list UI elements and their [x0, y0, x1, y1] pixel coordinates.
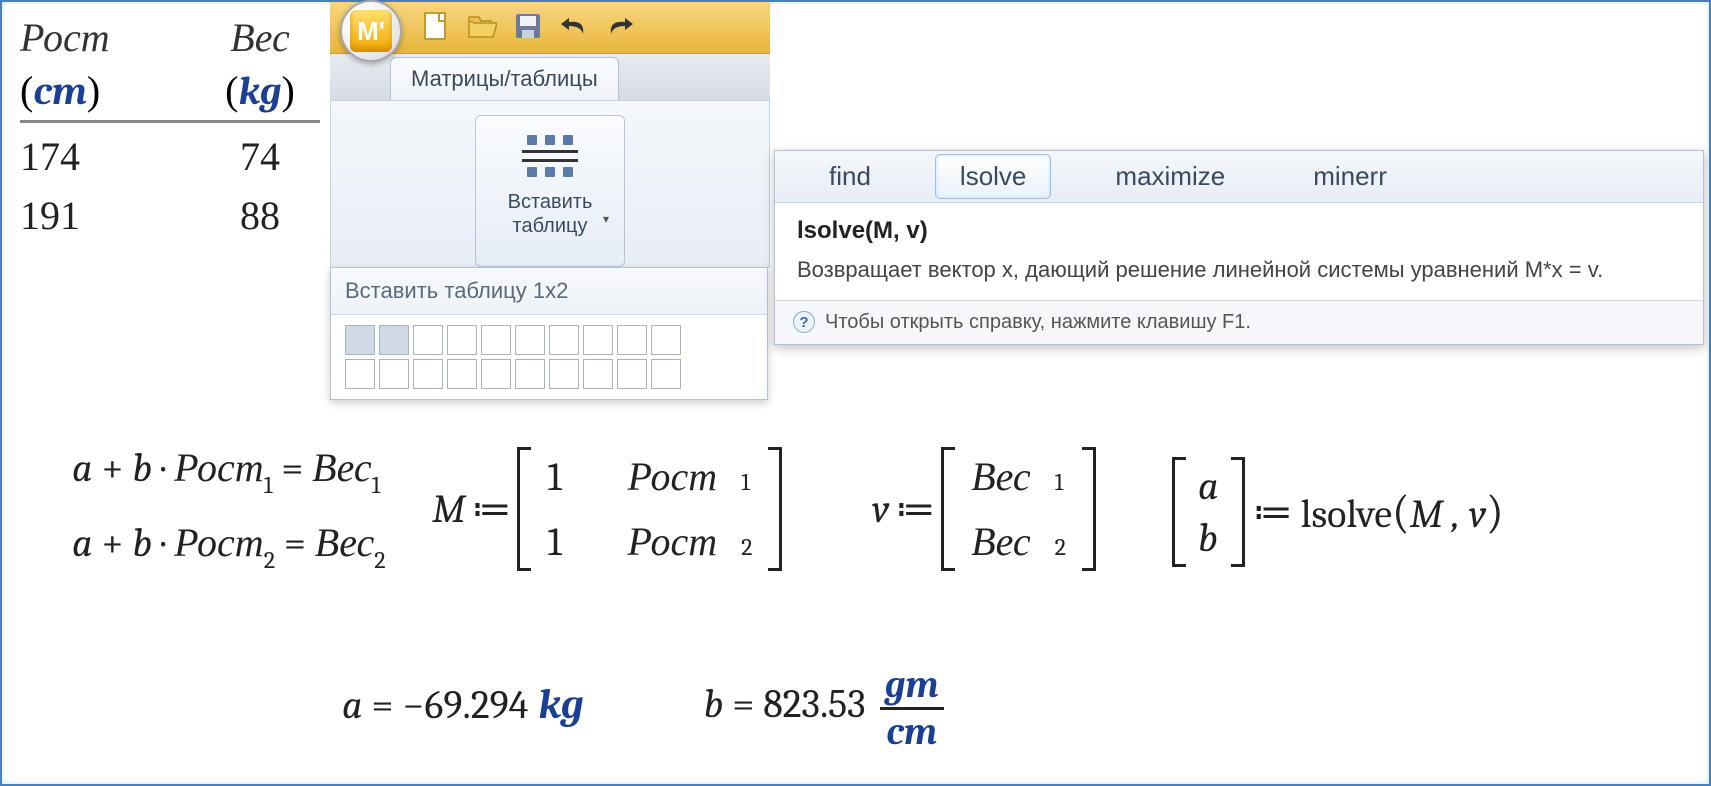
insert-table-button[interactable]: Вставить таблицу ▾	[475, 115, 625, 267]
insert-popup-title: Вставить таблицу 1x2	[331, 268, 767, 315]
cell-weight-2: 88	[200, 192, 320, 239]
matrix-cell: Рост	[628, 453, 718, 500]
result-a: a = −69.294kg	[342, 680, 584, 729]
app-orb-button[interactable]: M'	[340, 0, 402, 62]
open-file-icon[interactable]	[466, 10, 498, 42]
table-row: 174 74	[20, 133, 320, 180]
picker-cell[interactable]	[549, 359, 579, 389]
new-file-icon[interactable]	[420, 10, 452, 42]
matrix-cell: Рост	[628, 518, 718, 565]
function-help-tooltip: find lsolve maximize minerr lsolve(M, v)…	[774, 150, 1704, 345]
picker-cell[interactable]	[345, 325, 375, 355]
table-row: 191 88	[20, 192, 320, 239]
matrix-cell: 1	[547, 454, 561, 500]
help-tab-maximize[interactable]: maximize	[1091, 155, 1249, 198]
picker-cell[interactable]	[515, 359, 545, 389]
help-question-icon: ?	[793, 311, 815, 333]
paren-close: )	[282, 68, 295, 113]
vector-cell: Вес	[971, 453, 1030, 500]
table-rule	[20, 120, 320, 123]
paren-open: (	[20, 68, 33, 113]
picker-cell[interactable]	[413, 359, 443, 389]
tab-matrices[interactable]: Матрицы/таблицы	[390, 57, 619, 100]
vector-cell: a	[1198, 463, 1219, 509]
paren-close: )	[87, 68, 100, 113]
help-description: Возвращает вектор x, дающий решение лине…	[797, 255, 1681, 286]
insert-table-icon	[482, 128, 618, 184]
matrix-cell: 1	[547, 519, 561, 565]
result-b: b = 823.53 gm cm	[704, 662, 944, 747]
ribbon-tab-strip: Матрицы/таблицы	[330, 54, 770, 100]
picker-cell[interactable]	[583, 359, 613, 389]
picker-cell[interactable]	[481, 359, 511, 389]
help-signature: lsolve(M, v)	[797, 217, 1681, 245]
help-tabs: find lsolve maximize minerr	[775, 151, 1703, 203]
picker-cell[interactable]	[481, 325, 511, 355]
ribbon-body: Вставить таблицу ▾	[330, 100, 770, 268]
cell-weight-1: 74	[200, 133, 320, 180]
picker-cell[interactable]	[651, 325, 681, 355]
unit-cm: cm	[33, 68, 86, 114]
vector-cell: b	[1198, 515, 1219, 561]
insert-table-popup: Вставить таблицу 1x2	[330, 267, 768, 400]
picker-cell[interactable]	[379, 325, 409, 355]
app-logo-icon: M'	[350, 10, 392, 52]
redo-icon[interactable]	[604, 10, 636, 42]
picker-cell[interactable]	[617, 325, 647, 355]
picker-cell[interactable]	[447, 325, 477, 355]
vector-cell: Вес	[971, 518, 1030, 565]
vector-v-definition: v ≔ Вес1 Вес2	[872, 447, 1096, 571]
height-weight-table: Рост Вес (cm) (kg) 174 74 191 88	[20, 14, 320, 251]
table-size-picker[interactable]	[331, 315, 767, 399]
unit-kg: kg	[238, 68, 281, 114]
equation-system: a + b · Рост1 = Вес1 a + b · Рост2 = Вес…	[72, 432, 386, 582]
equation-1: a + b · Рост1 = Вес1	[72, 432, 386, 507]
cell-height-2: 191	[20, 192, 200, 239]
picker-cell[interactable]	[447, 359, 477, 389]
header-height: Рост	[20, 14, 200, 61]
help-tab-find[interactable]: find	[805, 155, 895, 198]
save-icon[interactable]	[512, 10, 544, 42]
lsolve-call: lsolve(M , v)	[1301, 486, 1504, 539]
undo-icon[interactable]	[558, 10, 590, 42]
chevron-down-icon: ▾	[538, 212, 674, 226]
cell-height-1: 174	[20, 133, 200, 180]
help-tab-minerr[interactable]: minerr	[1289, 155, 1411, 198]
picker-cell[interactable]	[515, 325, 545, 355]
help-tab-lsolve[interactable]: lsolve	[935, 154, 1051, 199]
results-row: a = −69.294kg b = 823.53 gm cm	[342, 662, 944, 747]
unit-kg: kg	[538, 680, 583, 729]
header-weight: Вес	[200, 14, 320, 61]
ribbon-quick-access: M'	[330, 2, 770, 54]
picker-cell[interactable]	[345, 359, 375, 389]
paren-open: (	[225, 68, 238, 113]
var-v: v	[872, 486, 889, 532]
help-footer-text: Чтобы открыть справку, нажмите клавишу F…	[825, 311, 1251, 334]
unit-gm-per-cm: gm cm	[880, 666, 944, 751]
picker-cell[interactable]	[413, 325, 443, 355]
equation-2: a + b · Рост2 = Вес2	[72, 507, 386, 582]
matrix-M-definition: M ≔ 1 Рост1 1 Рост2	[432, 447, 782, 571]
picker-cell[interactable]	[651, 359, 681, 389]
help-footer: ? Чтобы открыть справку, нажмите клавишу…	[775, 300, 1703, 344]
picker-cell[interactable]	[379, 359, 409, 389]
var-M: M	[432, 486, 465, 532]
lsolve-assignment: a b ≔ lsolve(M , v)	[1172, 457, 1504, 567]
picker-cell[interactable]	[549, 325, 579, 355]
picker-cell[interactable]	[583, 325, 613, 355]
picker-cell[interactable]	[617, 359, 647, 389]
